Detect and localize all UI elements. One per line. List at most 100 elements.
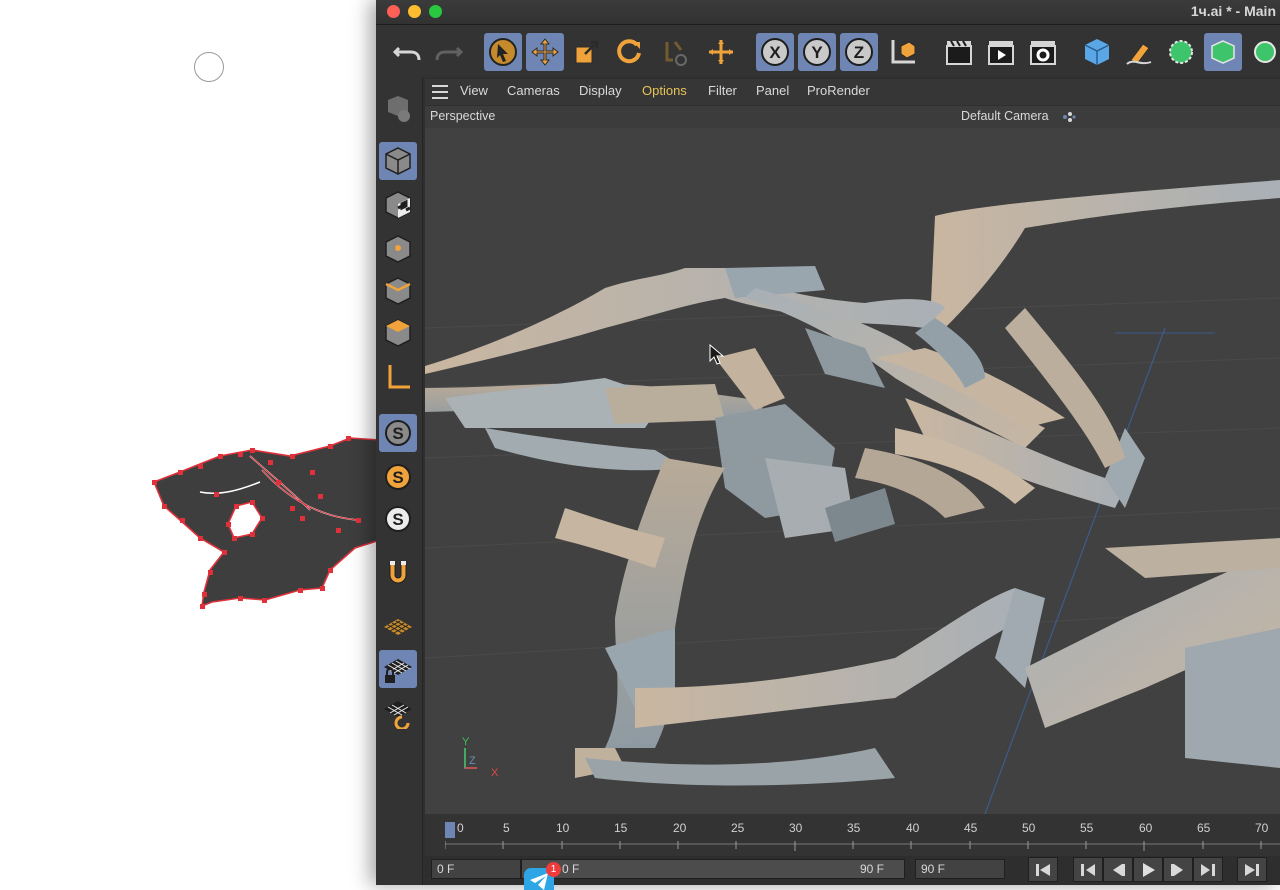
live-selection-tool[interactable] <box>484 33 522 71</box>
preview-range-slider[interactable]: 0 F 90 F <box>521 859 905 879</box>
enable-snap-button[interactable]: S <box>379 414 417 452</box>
cube-object-button[interactable] <box>1078 33 1116 71</box>
tick-label: 60 <box>1139 821 1153 835</box>
rotate-icon <box>617 39 641 64</box>
pen-tool-button[interactable] <box>1120 33 1158 71</box>
magnet-button[interactable] <box>379 554 417 592</box>
render-view-button[interactable] <box>940 33 978 71</box>
y-axis-lock[interactable]: Y <box>798 33 836 71</box>
soft-selection-button[interactable]: S <box>379 458 417 496</box>
recent-tools-button[interactable] <box>656 33 694 71</box>
previous-frame-button[interactable] <box>1103 857 1133 882</box>
viewport-menu-icon[interactable] <box>432 85 448 99</box>
svg-text:S: S <box>392 510 403 529</box>
minimize-window-button[interactable] <box>408 5 421 18</box>
window-title: 1ч.ai * - Main <box>1190 3 1276 19</box>
menu-filter[interactable]: Filter <box>708 83 737 98</box>
x-axis-icon: X <box>761 38 789 66</box>
points-mode-button[interactable] <box>379 230 417 268</box>
close-window-button[interactable] <box>387 5 400 18</box>
z-axis-icon: Z <box>845 38 873 66</box>
planar-workplane-button[interactable] <box>379 694 417 732</box>
previous-key-icon <box>1081 863 1095 876</box>
coordinate-icon <box>709 40 733 64</box>
make-editable-button[interactable] <box>379 89 417 127</box>
extruded-ribbon-scene <box>425 180 1280 814</box>
z-axis-lock[interactable]: Z <box>840 33 878 71</box>
live-selection-icon <box>489 38 517 66</box>
axis-z-label: Z <box>469 755 476 767</box>
active-camera-label[interactable]: Default Camera <box>961 109 1049 123</box>
snap-icon: S <box>385 420 411 446</box>
make-editable-icon <box>388 96 410 122</box>
move-tool[interactable] <box>526 33 564 71</box>
title-bar[interactable]: 1ч.ai * - Main <box>376 0 1280 25</box>
tick-label: 35 <box>847 821 861 835</box>
tick-label: 40 <box>906 821 920 835</box>
menu-prorender[interactable]: ProRender <box>807 83 870 98</box>
menu-options[interactable]: Options <box>642 83 687 98</box>
solo-icon: S <box>385 506 411 532</box>
mode-palette: S S S <box>376 77 423 885</box>
coordinate-tool[interactable] <box>702 33 740 71</box>
svg-text:Y: Y <box>811 43 823 62</box>
magnet-icon <box>389 561 407 584</box>
notification-badge: 1 <box>546 862 561 877</box>
menu-panel[interactable]: Panel <box>756 83 789 98</box>
world-coordinates-toggle[interactable] <box>884 33 922 71</box>
array-icon <box>1254 41 1276 63</box>
tick-label: 0 <box>457 821 464 835</box>
zoom-window-button[interactable] <box>429 5 442 18</box>
next-key-button[interactable] <box>1193 857 1223 882</box>
scale-tool[interactable] <box>568 33 606 71</box>
current-frame-field[interactable]: 0 F <box>431 859 521 879</box>
rotate-tool[interactable] <box>610 33 648 71</box>
next-frame-button[interactable] <box>1163 857 1193 882</box>
timeline-ruler[interactable]: 0 5 10 15 20 25 30 35 40 45 50 55 60 65 … <box>425 814 1280 856</box>
svg-text:Z: Z <box>854 43 864 62</box>
polygons-mode-button[interactable] <box>379 314 417 352</box>
planar-workplane-icon <box>384 701 412 729</box>
workplane-icon <box>384 619 412 635</box>
model-mode-button[interactable] <box>379 142 417 180</box>
svg-text:S: S <box>392 424 403 443</box>
workplane-button[interactable] <box>379 608 417 646</box>
render-picture-viewer-icon <box>988 41 1014 65</box>
redo-button[interactable] <box>430 33 468 71</box>
end-frame-field[interactable]: 90 F <box>915 859 1005 879</box>
x-axis-lock[interactable]: X <box>756 33 794 71</box>
undo-button[interactable] <box>388 33 426 71</box>
texture-mode-button[interactable] <box>379 186 417 224</box>
menu-display[interactable]: Display <box>579 83 622 98</box>
render-to-picture-viewer-button[interactable] <box>982 33 1020 71</box>
locked-workplane-button[interactable] <box>379 650 417 688</box>
selected-vector-shape[interactable] <box>140 420 380 620</box>
extrude-generator-button[interactable] <box>1204 33 1242 71</box>
menu-cameras[interactable]: Cameras <box>507 83 560 98</box>
array-generator-button[interactable] <box>1246 33 1280 71</box>
play-forwards-button[interactable] <box>1133 857 1163 882</box>
axis-mode-button[interactable] <box>379 358 417 396</box>
preview-end-label: 90 F <box>859 862 884 876</box>
menu-view[interactable]: View <box>460 83 488 98</box>
go-to-end-button[interactable] <box>1237 857 1267 882</box>
perspective-viewport[interactable]: Y Z X <box>425 128 1280 814</box>
render-settings-button[interactable] <box>1024 33 1062 71</box>
previous-key-button[interactable] <box>1073 857 1103 882</box>
subdivision-surface-button[interactable] <box>1162 33 1200 71</box>
timeline-ticks <box>445 841 1280 851</box>
pen-icon <box>1126 43 1152 65</box>
brush-cursor-icon <box>194 52 224 82</box>
svg-text:S: S <box>392 468 403 487</box>
viewport-header: Perspective Default Camera <box>425 106 1280 128</box>
render-view-icon <box>946 40 972 65</box>
solo-button[interactable]: S <box>379 500 417 538</box>
svg-text:X: X <box>769 43 781 62</box>
edges-mode-button[interactable] <box>379 272 417 310</box>
tick-label: 50 <box>1022 821 1036 835</box>
illustrator-artboard[interactable] <box>0 0 380 885</box>
go-to-start-button[interactable] <box>1028 857 1058 882</box>
camera-navigation-icon[interactable] <box>1062 112 1076 122</box>
timeline-playhead[interactable] <box>445 822 455 838</box>
move-icon <box>531 38 559 66</box>
